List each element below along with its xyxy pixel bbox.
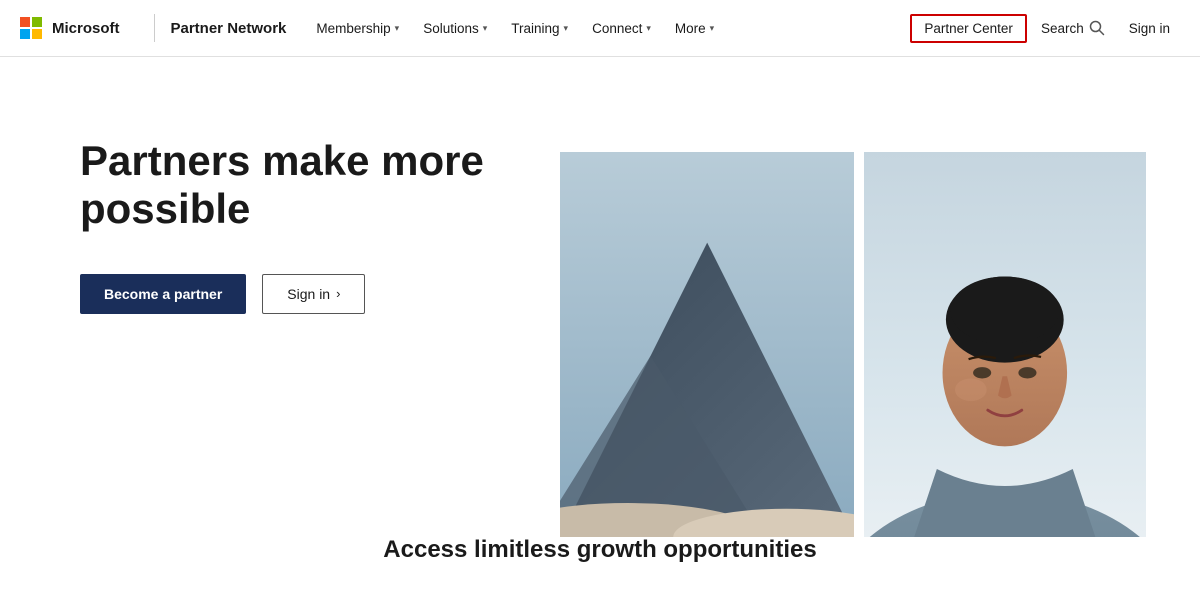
navbar: Microsoft Partner Network Membership ▾ S… (0, 0, 1200, 57)
nav-divider (154, 14, 155, 42)
become-partner-button[interactable]: Become a partner (80, 274, 246, 314)
logo-green (32, 17, 42, 27)
logo-yellow (32, 29, 42, 39)
search-button[interactable]: Search (1031, 14, 1115, 42)
bottom-headline: Access limitless growth opportunities (383, 536, 816, 564)
panel-gap (854, 152, 864, 537)
microsoft-brand-label: Microsoft (52, 20, 120, 37)
brand-logo[interactable]: Microsoft (20, 17, 120, 39)
membership-label: Membership (316, 21, 390, 36)
partner-center-button[interactable]: Partner Center (910, 14, 1027, 43)
hero-section: Partners make more possible Become a par… (0, 57, 1200, 592)
signin-button[interactable]: Sign in (1119, 15, 1180, 42)
nav-training[interactable]: Training ▾ (501, 15, 578, 42)
hero-headline: Partners make more possible (80, 137, 500, 234)
microsoft-logo-icon (20, 17, 42, 39)
connect-chevron-icon: ▾ (646, 23, 651, 34)
nav-solutions[interactable]: Solutions ▾ (413, 15, 497, 42)
hero-image-area (560, 152, 1200, 537)
membership-chevron-icon: ▾ (395, 23, 400, 34)
connect-label: Connect (592, 21, 642, 36)
logo-blue (20, 29, 30, 39)
search-label: Search (1041, 21, 1084, 36)
search-icon (1089, 20, 1105, 36)
nav-connect[interactable]: Connect ▾ (582, 15, 661, 42)
training-label: Training (511, 21, 559, 36)
hero-panel-left (560, 152, 854, 537)
person-icon (864, 152, 1146, 537)
nav-links: Membership ▾ Solutions ▾ Training ▾ Conn… (306, 15, 910, 42)
hero-signin-label: Sign in (287, 286, 330, 302)
more-label: More (675, 21, 706, 36)
signin-chevron-icon: › (336, 286, 340, 301)
hero-panel-center (864, 152, 1146, 537)
nav-actions: Partner Center Search Sign in (910, 14, 1180, 43)
logo-red (20, 17, 30, 27)
training-chevron-icon: ▾ (564, 23, 569, 34)
solutions-label: Solutions (423, 21, 479, 36)
nav-membership[interactable]: Membership ▾ (306, 15, 409, 42)
hero-buttons: Become a partner Sign in › (80, 274, 500, 314)
partner-network-label: Partner Network (171, 20, 287, 37)
more-chevron-icon: ▾ (710, 23, 715, 34)
nav-more[interactable]: More ▾ (665, 15, 724, 42)
hero-left: Partners make more possible Become a par… (0, 57, 560, 592)
hero-signin-button[interactable]: Sign in › (262, 274, 365, 314)
mountain-left-icon (560, 152, 854, 537)
hero-collage (560, 152, 1200, 537)
solutions-chevron-icon: ▾ (483, 23, 488, 34)
